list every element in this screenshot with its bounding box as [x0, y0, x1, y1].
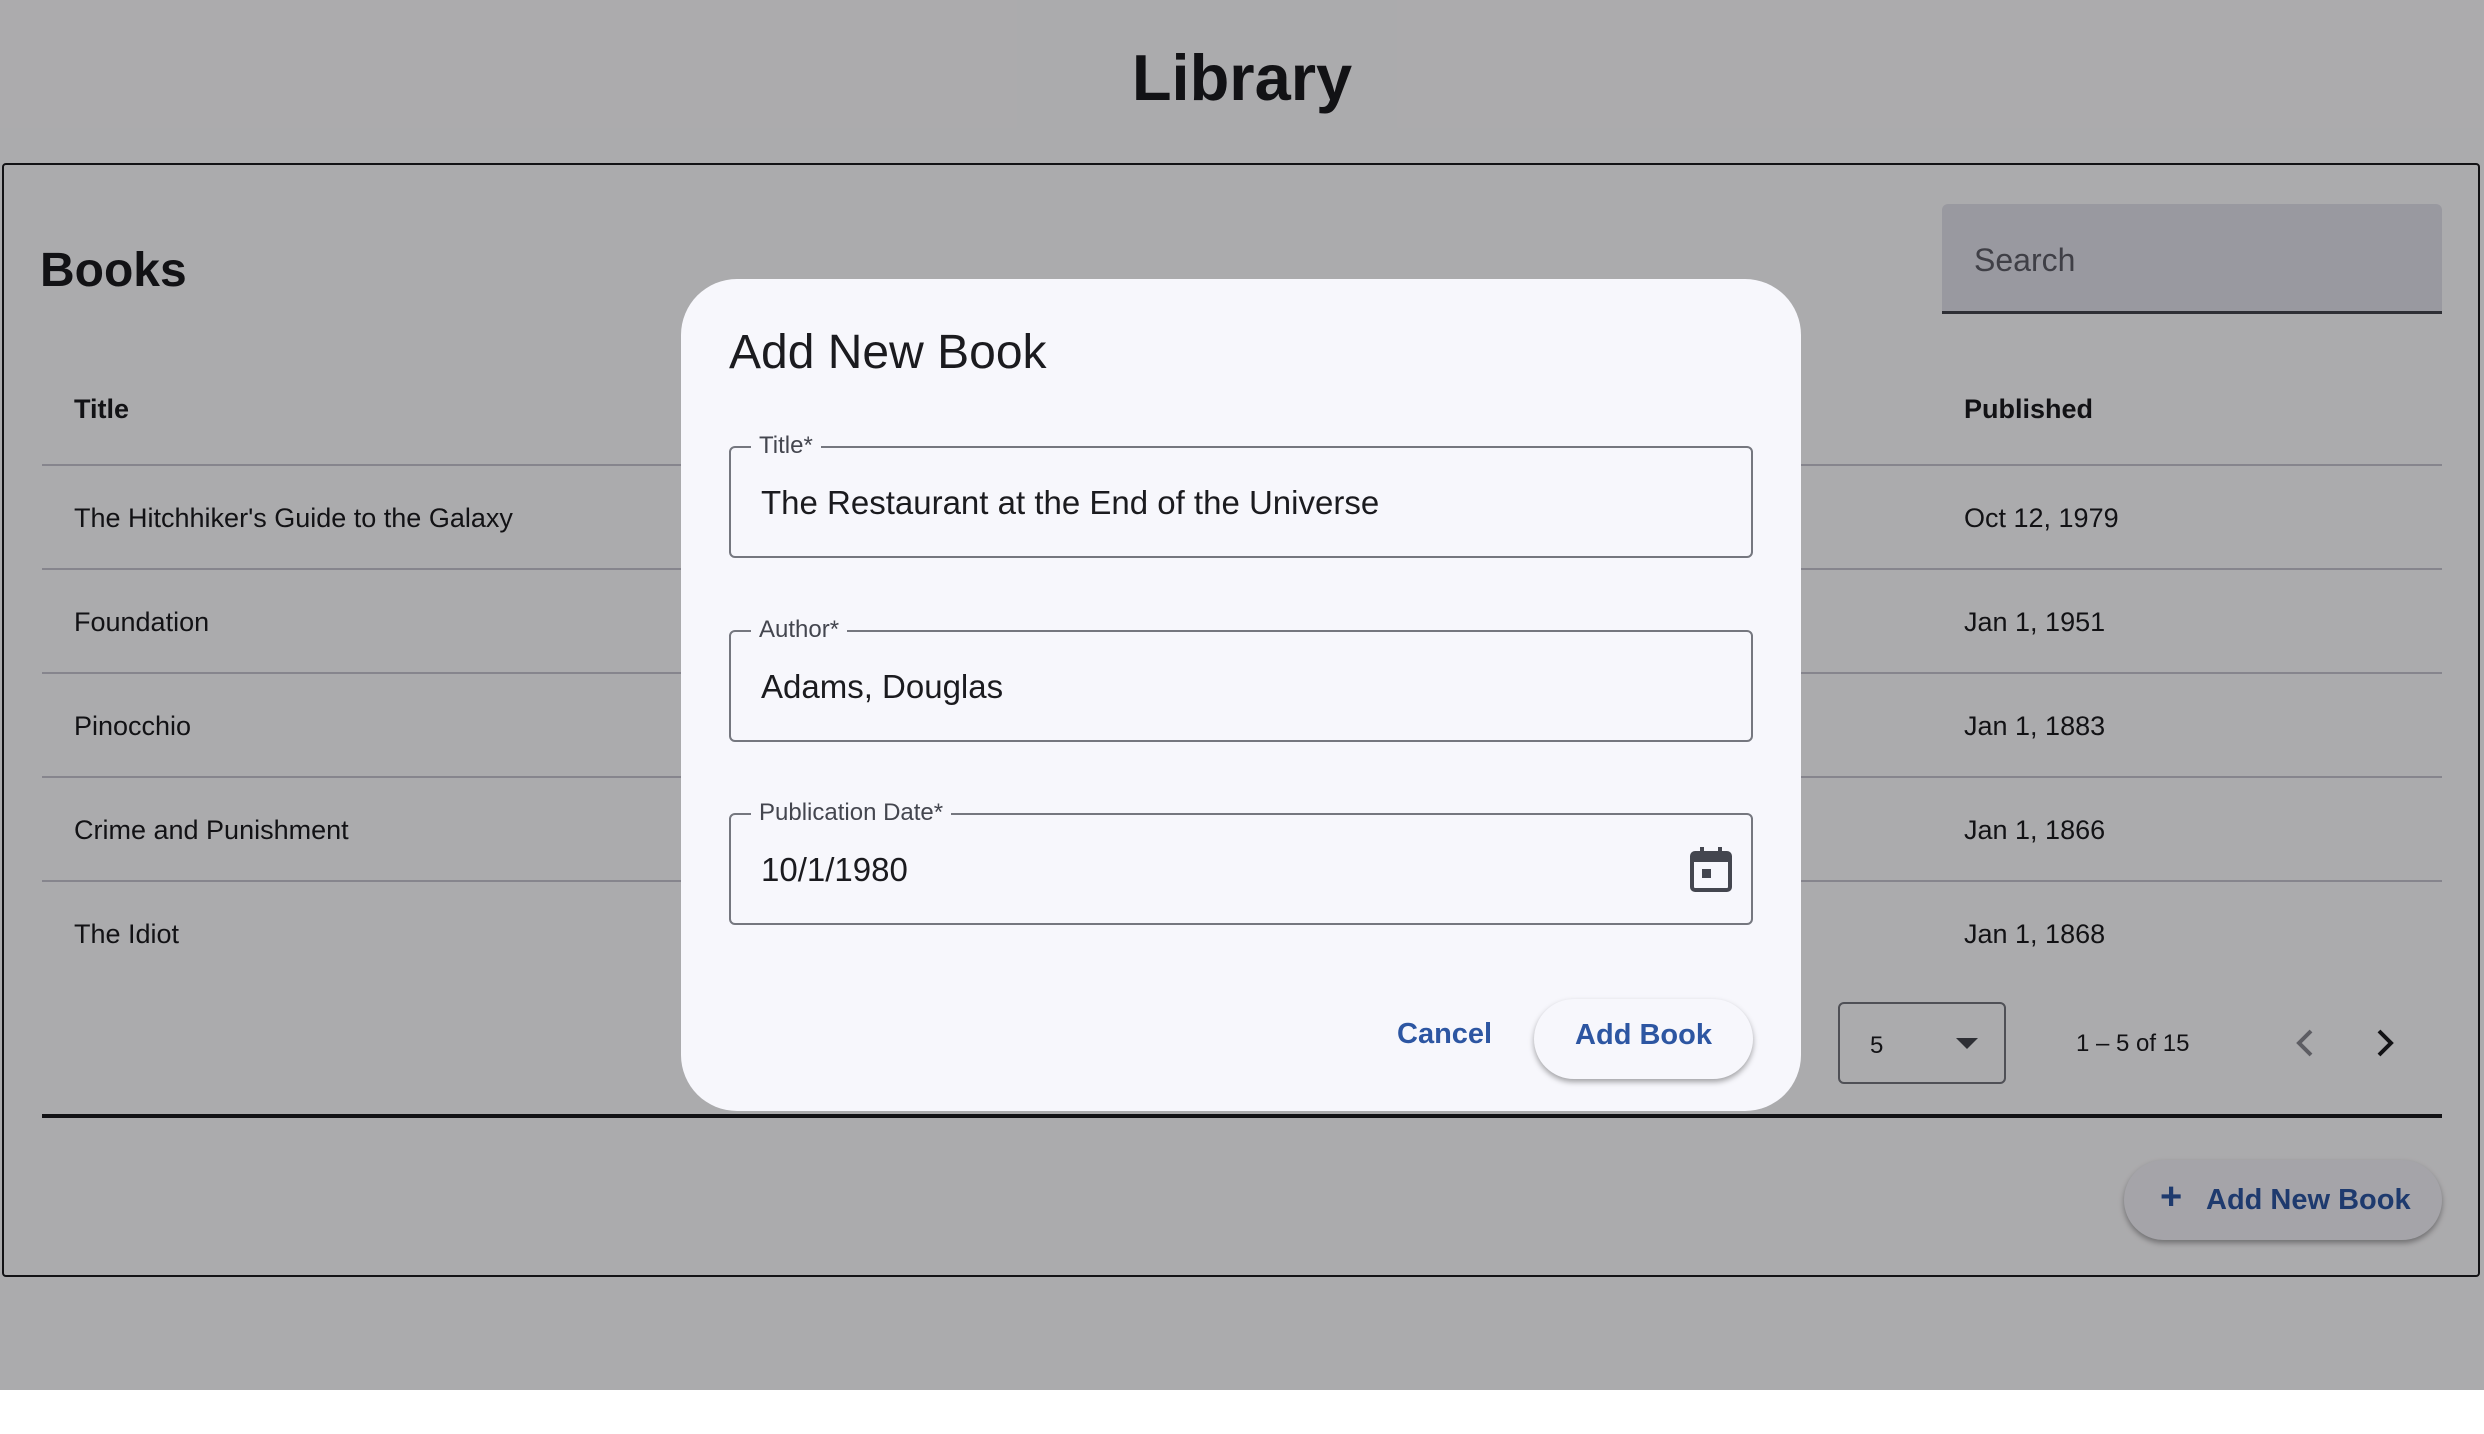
add-book-dialog: Add New Book Title* The Restaurant at th…: [681, 279, 1801, 1111]
author-field-label: Author*: [751, 616, 848, 644]
dialog-title: Add New Book: [729, 326, 1047, 379]
author-field-value: Adams, Douglas: [761, 668, 1004, 705]
author-field[interactable]: Author* Adams, Douglas: [729, 616, 1753, 742]
add-book-button[interactable]: Add Book: [1534, 999, 1753, 1079]
publication-date-field[interactable]: Publication Date* 10/1/1980: [729, 799, 1753, 925]
add-book-label: Add Book: [1575, 1019, 1712, 1051]
title-field-value: The Restaurant at the End of the Univers…: [761, 484, 1380, 521]
publication-date-value: 10/1/1980: [761, 851, 908, 888]
title-field[interactable]: Title* The Restaurant at the End of the …: [729, 432, 1753, 558]
calendar-icon[interactable]: [1689, 845, 1733, 893]
publication-date-label: Publication Date*: [751, 799, 952, 827]
cancel-button[interactable]: Cancel: [1397, 1018, 1492, 1051]
title-field-label: Title*: [751, 432, 821, 460]
